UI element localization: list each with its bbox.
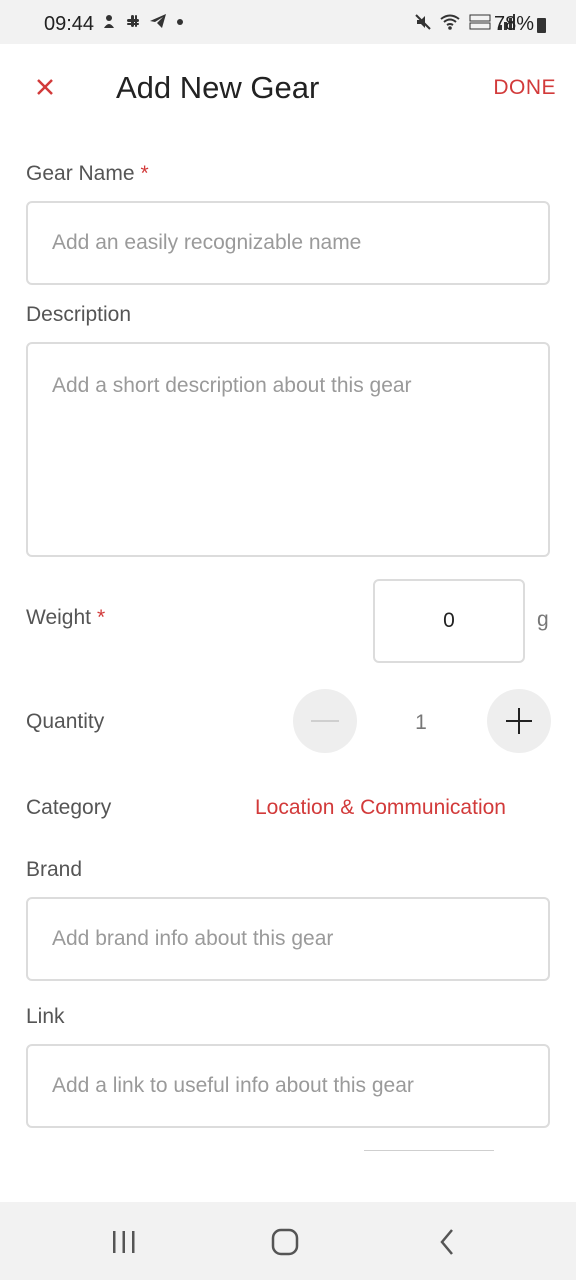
- page-title: Add New Gear: [116, 70, 320, 105]
- close-button[interactable]: [30, 72, 60, 102]
- link-input[interactable]: [28, 1046, 548, 1126]
- decrement-button[interactable]: [293, 689, 357, 753]
- description-field[interactable]: [26, 342, 550, 557]
- system-nav-bar: [0, 1202, 576, 1280]
- weight-label: Weight *: [26, 606, 105, 630]
- slack-icon: [126, 15, 139, 27]
- home-button[interactable]: [255, 1220, 315, 1264]
- quantity-label: Quantity: [26, 710, 105, 733]
- recents-button[interactable]: [94, 1220, 154, 1264]
- plus-icon: [506, 708, 532, 734]
- gear-name-field[interactable]: [26, 201, 550, 285]
- link-label: Link: [26, 1005, 65, 1028]
- gear-name-input[interactable]: [28, 203, 548, 283]
- gear-name-label: Gear Name *: [26, 162, 149, 186]
- brand-field[interactable]: [26, 897, 550, 981]
- gear-name-label-text: Gear Name: [26, 162, 135, 185]
- back-button[interactable]: [417, 1220, 477, 1264]
- volte-icon: [469, 14, 491, 30]
- weight-input[interactable]: 0: [373, 579, 525, 663]
- description-input[interactable]: [28, 344, 548, 555]
- weight-label-text: Weight: [26, 606, 91, 629]
- minus-icon: [311, 720, 339, 722]
- status-time: 09:44: [44, 13, 95, 35]
- mute-icon: [414, 14, 431, 30]
- brand-label: Brand: [26, 858, 83, 881]
- required-mark: *: [96, 606, 106, 629]
- back-icon: [440, 1229, 453, 1255]
- status-bar: 09:44 78%: [0, 0, 576, 44]
- app-bar: Add New Gear DONE: [0, 44, 576, 134]
- brand-input[interactable]: [28, 899, 548, 979]
- quantity-value: 1: [415, 711, 427, 734]
- category-selector[interactable]: Location & Communication: [255, 796, 506, 820]
- battery-icon: [537, 18, 546, 33]
- required-mark: *: [140, 162, 149, 185]
- dot-icon: [177, 19, 184, 25]
- status-left-icons: [102, 13, 184, 34]
- wifi-icon: [440, 14, 460, 30]
- category-label: Category: [26, 796, 112, 819]
- notification-icon: [104, 15, 114, 28]
- home-icon: [271, 1228, 299, 1256]
- weight-unit: g: [537, 608, 549, 631]
- description-label: Description: [26, 303, 132, 326]
- telegram-icon: [150, 14, 167, 28]
- done-button[interactable]: DONE: [493, 76, 556, 100]
- increment-button[interactable]: [487, 689, 551, 753]
- divider: [364, 1150, 494, 1151]
- battery-level: 78%: [493, 13, 534, 35]
- link-field[interactable]: [26, 1044, 550, 1128]
- recents-icon: [113, 1231, 135, 1253]
- close-icon: [37, 79, 53, 95]
